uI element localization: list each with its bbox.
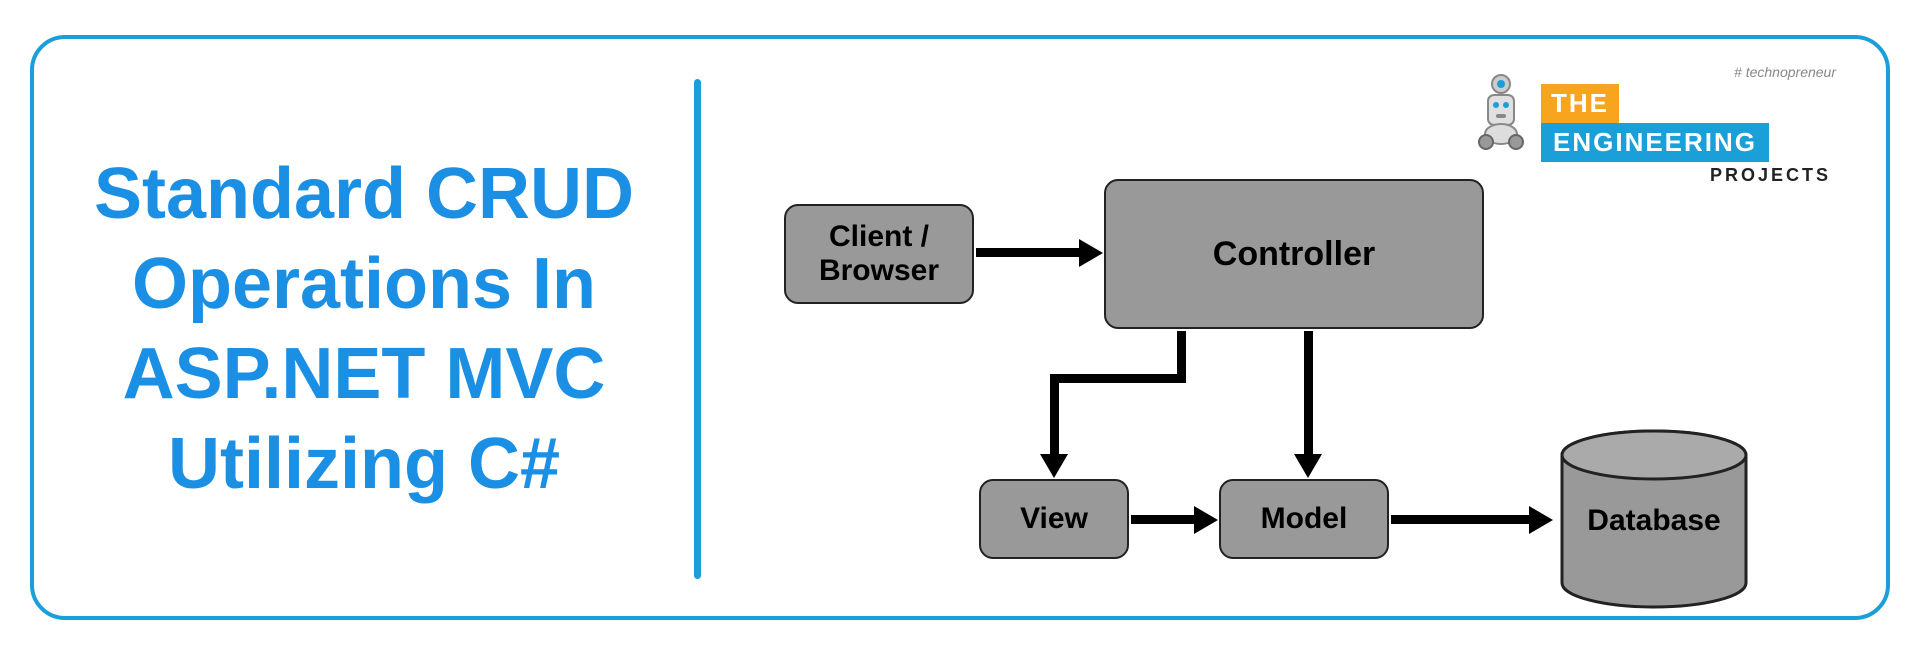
node-database: Database — [1554, 429, 1754, 609]
node-model: Model — [1219, 479, 1389, 559]
vertical-divider — [694, 79, 701, 579]
robot-icon — [1466, 72, 1536, 152]
node-database-label: Database — [1554, 504, 1754, 538]
arrow-view-model — [1131, 515, 1196, 524]
arrow-head-icon — [1529, 506, 1553, 534]
main-frame: Standard CRUD Operations In ASP.NET MVC … — [30, 35, 1890, 620]
arrow-head-icon — [1294, 454, 1322, 478]
mvc-diagram: Client / Browser Controller View Model D… — [774, 179, 1754, 579]
logo-tagline: # technopreneur — [1734, 64, 1836, 80]
brand-logo: # technopreneur THEENGINEERING PROJECTS — [1466, 64, 1836, 154]
arrow-head-icon — [1194, 506, 1218, 534]
node-controller: Controller — [1104, 179, 1484, 329]
arrow-head-icon — [1040, 454, 1068, 478]
logo-text: THEENGINEERING PROJECTS — [1541, 84, 1831, 186]
arrow-controller-view-v2 — [1050, 374, 1059, 456]
arrow-controller-model — [1304, 331, 1313, 456]
arrow-model-database — [1391, 515, 1531, 524]
arrow-client-controller — [976, 248, 1081, 257]
node-view: View — [979, 479, 1129, 559]
logo-word-the: THE — [1541, 84, 1619, 123]
page-title: Standard CRUD Operations In ASP.NET MVC … — [84, 149, 644, 509]
logo-word-engineering: ENGINEERING — [1541, 123, 1769, 162]
title-block: Standard CRUD Operations In ASP.NET MVC … — [84, 89, 644, 569]
arrow-controller-view-h — [1050, 374, 1186, 383]
arrow-head-icon — [1079, 239, 1103, 267]
node-client-browser: Client / Browser — [784, 204, 974, 304]
